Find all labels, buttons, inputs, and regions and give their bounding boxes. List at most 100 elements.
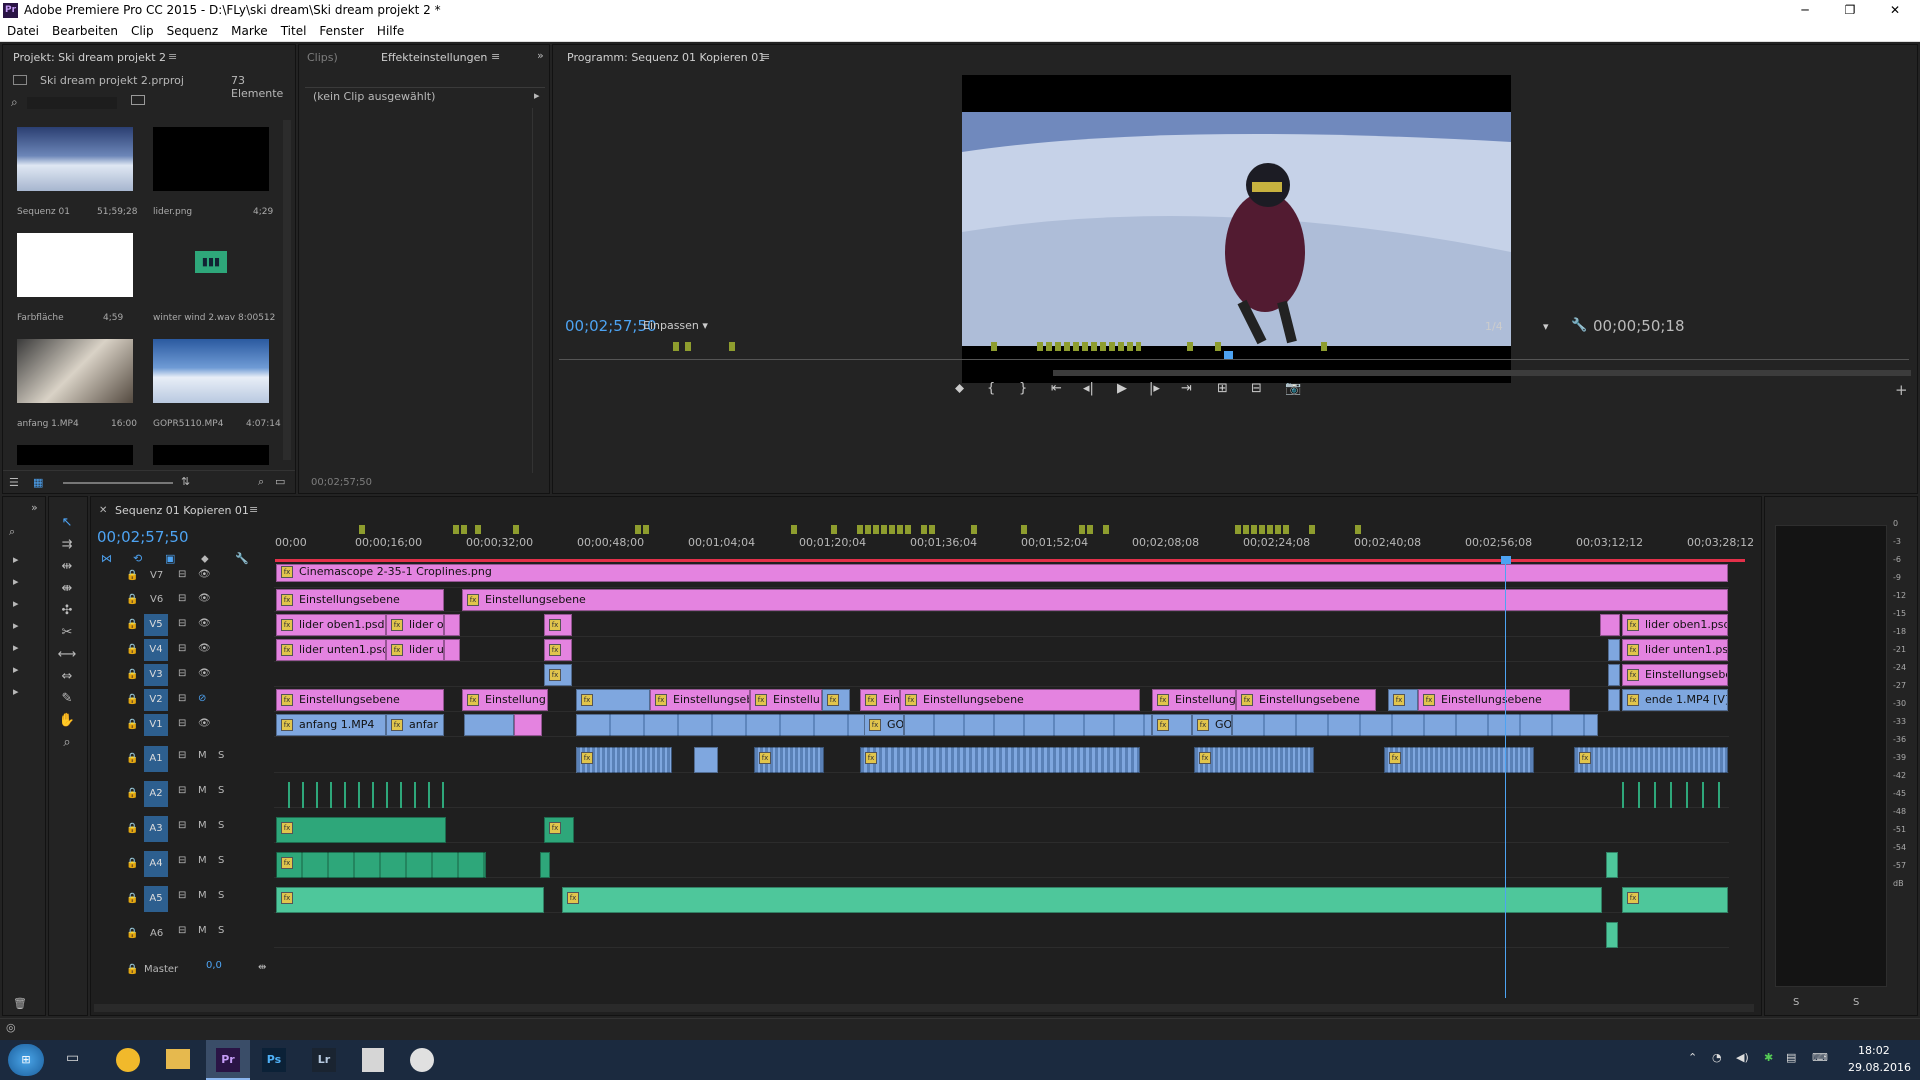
menu-fenster[interactable]: Fenster	[312, 21, 370, 38]
selection-tool-icon[interactable]: ↖	[57, 513, 77, 533]
add-marker-icon[interactable]: ⬥	[955, 381, 964, 396]
expand-arrow-icon[interactable]: ▸	[13, 619, 19, 632]
audio-clip[interactable]: fx	[276, 887, 544, 913]
track-header-v5[interactable]: 🔒 V5 ⊟ 👁	[92, 613, 272, 637]
file-explorer-icon[interactable]	[166, 1049, 190, 1069]
menu-marke[interactable]: Marke	[224, 21, 274, 38]
track-header-v1[interactable]: 🔒 V1 ⊟ 👁	[92, 713, 272, 737]
expand-arrow-icon[interactable]: ▸	[13, 597, 19, 610]
track-header-v2[interactable]: 🔒 V2 ⊟ ⊘	[92, 688, 272, 712]
clip-blue[interactable]	[464, 714, 514, 736]
clip-einstellungsebene[interactable]: fx Einstellungsebene	[462, 589, 1728, 611]
trash-icon[interactable]: 🗑	[13, 997, 27, 1010]
track-header-v6[interactable]: 🔒 V6 ⊟ 👁	[92, 588, 272, 612]
audio-clip[interactable]: fx	[1384, 747, 1534, 773]
rolling-edit-tool-icon[interactable]: ⇼	[57, 579, 77, 599]
audio-clip[interactable]	[1608, 782, 1728, 808]
clip-lider-unten[interactable]: fx lider unten1.psd	[1622, 639, 1728, 661]
resolution-dropdown[interactable]: 1/4 ▾	[1485, 320, 1565, 336]
clip-lider-oben[interactable]: fx lider oben1.psd	[276, 614, 386, 636]
tray-arrow-icon[interactable]: ⌃	[1688, 1051, 1697, 1064]
clip-gopr-sequence[interactable]	[576, 714, 876, 736]
thumb-sequenz01[interactable]	[17, 127, 133, 191]
clip-einstellungsebene[interactable]: fxEins	[860, 689, 900, 711]
expand-arrow-icon[interactable]: ▸	[13, 663, 19, 676]
thumb-lider[interactable]	[153, 127, 269, 191]
track-header-a2[interactable]: 🔒 A2 ⊟ M S	[92, 780, 272, 808]
solo-right-button[interactable]: S	[1853, 997, 1859, 1008]
slip-tool-icon[interactable]: ⟷	[57, 645, 77, 665]
thumb-more[interactable]	[153, 445, 269, 465]
audio-clip[interactable]	[276, 782, 444, 808]
clip-einstellungsebene[interactable]: fx Einstellu	[750, 689, 822, 711]
export-frame-icon[interactable]: 📷	[1285, 381, 1301, 396]
play-icon[interactable]: ▶	[1117, 381, 1127, 396]
clip-small[interactable]	[1608, 664, 1620, 686]
tray-app-icon[interactable]: ✱	[1764, 1051, 1773, 1064]
audio-clip[interactable]: fx	[1194, 747, 1314, 773]
clip-small[interactable]	[444, 639, 460, 661]
search-icon[interactable]: ⌕	[11, 95, 18, 110]
audio-clip[interactable]	[1606, 922, 1618, 948]
rate-stretch-tool-icon[interactable]: ✣	[57, 601, 77, 621]
close-button[interactable]: ✕	[1875, 0, 1915, 21]
task-view-icon[interactable]: ▭	[66, 1050, 79, 1066]
clip-small[interactable]	[1600, 614, 1620, 636]
add-button-icon[interactable]: +	[1895, 381, 1908, 399]
clip-einstellungsebene[interactable]: fx Einstellungsebe	[1622, 664, 1728, 686]
clip-small[interactable]	[1608, 639, 1620, 661]
expand-arrow-icon[interactable]: ▸	[13, 685, 19, 698]
menu-titel[interactable]: Titel	[274, 21, 313, 38]
thumb-gopr5110[interactable]	[153, 339, 269, 403]
mark-in-icon[interactable]: {	[987, 381, 995, 396]
search-icon[interactable]: ⌕	[9, 525, 15, 539]
track-header-a4[interactable]: 🔒 A4 ⊟ M S	[92, 850, 272, 878]
sort-icon[interactable]: ⇅	[181, 475, 190, 488]
clip-anfang[interactable]: fx anfar	[386, 714, 444, 736]
panel-menu-icon[interactable]: ≡	[168, 50, 177, 63]
menu-sequenz[interactable]: Sequenz	[160, 21, 225, 38]
go-to-out-icon[interactable]: ⇥	[1181, 381, 1192, 396]
clip-lider-oben[interactable]: fx lider o	[386, 614, 444, 636]
clip-einstellungsebene[interactable]: fx Einstellung	[1152, 689, 1236, 711]
slide-tool-icon[interactable]: ⇔	[57, 667, 77, 687]
search-input[interactable]	[27, 97, 117, 109]
notification-icon[interactable]: ▤	[1786, 1051, 1796, 1064]
audio-clip[interactable]	[694, 747, 718, 773]
track-header-v3[interactable]: 🔒 V3 ⊟ 👁	[92, 663, 272, 687]
audio-clip[interactable]: fx	[860, 747, 1140, 773]
audio-clip[interactable]: fx	[276, 852, 486, 878]
menu-hilfe[interactable]: Hilfe	[370, 21, 410, 38]
clip-small[interactable]: fx	[544, 639, 572, 661]
clip-lider-unten[interactable]: fx lider unten1.psd	[276, 639, 386, 661]
panel-menu-icon[interactable]: ≡	[249, 503, 258, 516]
track-header-a6[interactable]: 🔒 A6 ⊟ M S	[92, 920, 272, 948]
fit-dropdown[interactable]: Einpassen ▾	[643, 319, 723, 335]
menu-bearbeiten[interactable]: Bearbeiten	[45, 21, 124, 38]
clip-einstellungsebene[interactable]: fx Einstellungsebene	[900, 689, 1140, 711]
photoshop-icon[interactable]: Ps	[262, 1048, 286, 1072]
taskbar-premiere[interactable]: Pr	[206, 1040, 250, 1080]
clock-date[interactable]: 29.08.2016	[1848, 1061, 1911, 1074]
clip-ende[interactable]: fx ende 1.MP4 [V]	[1622, 689, 1728, 711]
clock-time[interactable]: 18:02	[1858, 1044, 1890, 1057]
app-icon[interactable]	[410, 1048, 434, 1072]
volume-icon[interactable]: ◀)	[1736, 1051, 1749, 1064]
expand-icon[interactable]: »	[31, 501, 38, 514]
project-tab[interactable]: Projekt: Ski dream projekt 2	[13, 51, 166, 64]
track-header-a3[interactable]: 🔒 A3 ⊟ M S	[92, 815, 272, 843]
track-header-a1[interactable]: 🔒 A1 ⊟ M S	[92, 745, 272, 773]
track-header-v7[interactable]: 🔒 V7 ⊟ 👁	[92, 564, 272, 588]
clip-cinemascope[interactable]: fx Cinemascope 2-35-1 Croplines.png	[276, 564, 1728, 582]
clip-blue[interactable]: fx	[576, 689, 650, 711]
step-forward-icon[interactable]: |▸	[1149, 381, 1160, 396]
audio-clip[interactable]: fx	[562, 887, 1602, 913]
solo-left-button[interactable]: S	[1793, 997, 1799, 1008]
clip-small[interactable]	[1608, 689, 1620, 711]
chrome-icon[interactable]	[116, 1048, 140, 1072]
audio-clip[interactable]: fx	[576, 747, 672, 773]
expand-arrow-icon[interactable]: ▸	[13, 553, 19, 566]
audio-clip[interactable]	[540, 852, 550, 878]
clip-blue[interactable]: fx	[1388, 689, 1418, 711]
clip-einstellungsebene[interactable]: fx Einstellungsebene	[276, 689, 444, 711]
